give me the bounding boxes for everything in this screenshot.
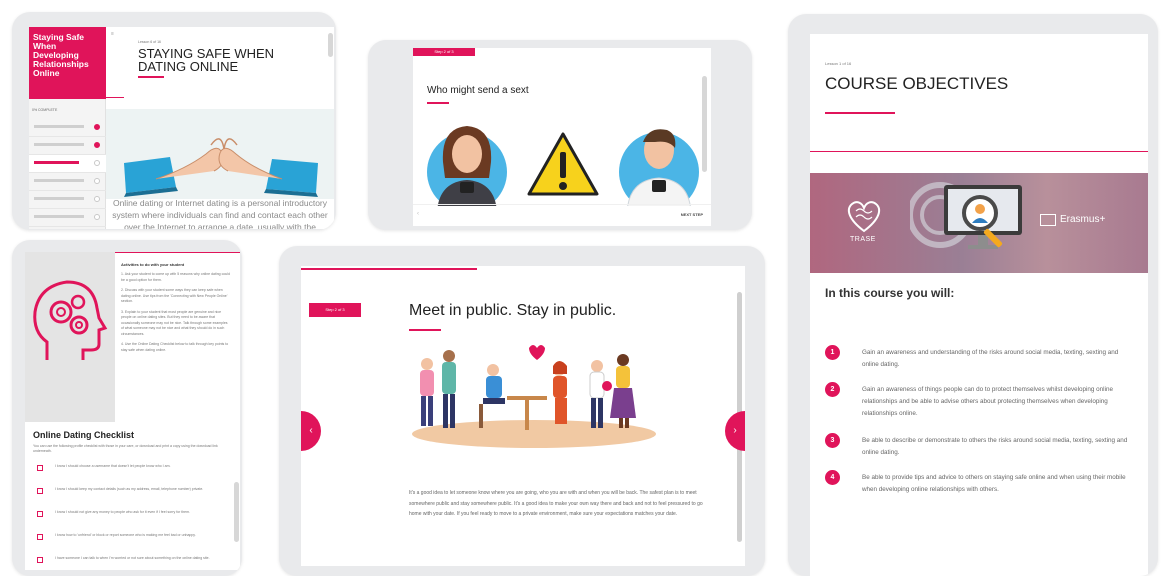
checklist-item: I know I should choose a username that d… bbox=[33, 462, 233, 485]
lesson-nav bbox=[29, 119, 106, 227]
checklist-title: Online Dating Checklist bbox=[33, 430, 135, 440]
course-sidebar: Staying Safe When Developing Relationshi… bbox=[29, 27, 106, 229]
checklist-item: I know I should not give any money to pe… bbox=[33, 508, 233, 531]
activities-section: Activities to do with your student 1. As… bbox=[121, 262, 231, 358]
computer-magnifier-illustration bbox=[910, 182, 1022, 249]
objective-number: 2 bbox=[825, 382, 840, 397]
activity-text: 3. Explain to your student that most peo… bbox=[121, 309, 228, 336]
incomplete-icon bbox=[94, 160, 100, 166]
activity-text: 2. Discuss with your student some ways t… bbox=[121, 288, 228, 303]
nav-item[interactable] bbox=[29, 119, 106, 137]
nav-item[interactable] bbox=[29, 173, 106, 191]
nav-item-active[interactable] bbox=[29, 155, 106, 173]
step-title: Meet in public. Stay in public. bbox=[409, 302, 617, 319]
step-badge: Step 2 of 3 bbox=[309, 303, 361, 317]
laptops-heart-illustration bbox=[106, 109, 334, 199]
scrollbar[interactable] bbox=[328, 33, 333, 57]
checkbox[interactable] bbox=[37, 534, 43, 540]
course-title-block: Staying Safe When Developing Relationshi… bbox=[29, 27, 106, 99]
next-step-button[interactable]: › bbox=[725, 411, 745, 451]
tablet-course-objectives: Lesson 1 of 16 COURSE OBJECTIVES TRASE E… bbox=[788, 14, 1158, 576]
scrollbar[interactable] bbox=[234, 482, 239, 542]
trase-erasmus-banner: TRASE Erasmus+ bbox=[810, 173, 1148, 273]
lesson-counter: Lesson 6 of 16 bbox=[138, 40, 161, 44]
head-gears-icon bbox=[33, 280, 108, 360]
checklist-item: I know I should keep my contact details … bbox=[33, 485, 233, 508]
nav-item[interactable] bbox=[29, 191, 106, 209]
progress-status: 0% COMPLETE bbox=[32, 108, 58, 112]
menu-icon[interactable]: ≡ bbox=[111, 31, 114, 37]
complete-icon bbox=[94, 124, 100, 130]
lesson-counter: Lesson 1 of 16 bbox=[825, 61, 852, 66]
tablet-checklist-lesson: Activities to do with your student 1. As… bbox=[12, 240, 242, 576]
objective-number: 1 bbox=[825, 345, 840, 360]
title-underline bbox=[409, 329, 441, 331]
incomplete-icon bbox=[94, 196, 100, 202]
tablet-sext-lesson: Step 2 of 3 Who might send a sext ‹ NEXT… bbox=[368, 40, 752, 230]
lesson-screen: Activities to do with your student 1. As… bbox=[25, 252, 240, 570]
nav-item[interactable] bbox=[29, 137, 106, 155]
eu-flag-icon bbox=[1040, 214, 1056, 226]
head-gears-panel bbox=[25, 252, 115, 422]
checklist-intro: You can use the following profile checkl… bbox=[33, 444, 218, 453]
page-title: COURSE OBJECTIVES bbox=[825, 74, 1009, 93]
objective-number: 4 bbox=[825, 470, 840, 485]
step-title: Who might send a sext bbox=[427, 85, 529, 96]
checklist-item: I know how to 'unfriend' or block or rep… bbox=[33, 531, 233, 554]
step-badge: Step 2 of 3 bbox=[413, 48, 475, 56]
lesson-screen: Step 2 of 3 Meet in public. Stay in publ… bbox=[301, 266, 745, 566]
lesson-body-text: It's a good idea to let someone know whe… bbox=[409, 490, 703, 517]
lesson-content: ≡ Lesson 6 of 16 STAYING SAFE WHEN DATIN… bbox=[106, 27, 334, 229]
checkbox[interactable] bbox=[37, 557, 43, 563]
activity-text: 1. Ask your student to come up with 5 re… bbox=[121, 272, 230, 282]
heart-logo-icon bbox=[847, 201, 881, 233]
trase-logo-text: TRASE bbox=[850, 236, 876, 243]
objective-number: 3 bbox=[825, 433, 840, 448]
objective-text: Gain an awareness of things people can d… bbox=[862, 386, 1113, 417]
objective-text: Be able to provide tips and advice to ot… bbox=[862, 474, 1126, 493]
lesson-screen: Step 2 of 3 Who might send a sext ‹ NEXT… bbox=[413, 48, 711, 226]
incomplete-icon bbox=[94, 214, 100, 220]
lesson-screen: Staying Safe When Developing Relationshi… bbox=[29, 27, 334, 229]
checkbox[interactable] bbox=[37, 511, 43, 517]
checklist-item: I have someone I can talk to when I'm wo… bbox=[33, 554, 233, 570]
activity-text: 4. Use the Online Dating Checklist below… bbox=[121, 342, 229, 352]
checkbox[interactable] bbox=[37, 465, 43, 471]
dating-checklist: Online Dating Checklist You can use the … bbox=[33, 430, 233, 570]
lesson-screen: Lesson 1 of 16 COURSE OBJECTIVES TRASE E… bbox=[810, 34, 1148, 576]
objectives-heading: In this course you will: bbox=[825, 286, 955, 300]
tablet-dating-lesson: Staying Safe When Developing Relationshi… bbox=[12, 12, 336, 230]
lesson-title: STAYING SAFE WHEN DATING ONLINE bbox=[138, 46, 275, 74]
activities-title: Activities to do with your student bbox=[121, 262, 185, 267]
objective-text: Gain an awareness and understanding of t… bbox=[862, 349, 1119, 368]
tablet-meet-public-lesson: Step 2 of 3 Meet in public. Stay in publ… bbox=[279, 246, 765, 576]
nav-item[interactable] bbox=[29, 209, 106, 227]
previous-step-button[interactable]: ‹ bbox=[301, 411, 321, 451]
meet-in-public-illustration bbox=[412, 345, 656, 448]
screenshot-collage: Staying Safe When Developing Relationshi… bbox=[0, 0, 1168, 576]
checkbox[interactable] bbox=[37, 488, 43, 494]
next-step-button[interactable]: NEXT STEP bbox=[681, 212, 703, 217]
prev-arrow-icon[interactable]: ‹ bbox=[417, 211, 419, 217]
title-underline bbox=[825, 112, 895, 114]
lesson-body-text: Online dating or Internet dating is a pe… bbox=[112, 198, 328, 229]
title-underline bbox=[138, 76, 164, 78]
objective-text: Be able to describe or demonstrate to ot… bbox=[862, 437, 1128, 456]
complete-icon bbox=[94, 142, 100, 148]
sext-illustration bbox=[427, 126, 699, 206]
incomplete-icon bbox=[94, 178, 100, 184]
erasmus-logo-text: Erasmus+ bbox=[1060, 214, 1106, 225]
title-underline bbox=[427, 102, 449, 104]
